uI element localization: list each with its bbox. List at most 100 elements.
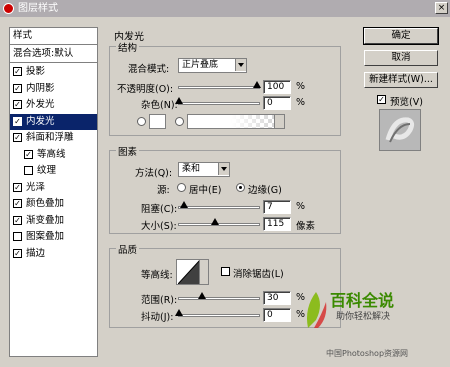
style-item-checkbox[interactable]: ✓ — [13, 215, 22, 225]
title-bar: 图层样式 × — [0, 0, 450, 17]
blend-mode-select[interactable]: 正片叠底 — [178, 58, 247, 73]
style-preview-thumbnail — [379, 109, 421, 151]
source-center-radio[interactable] — [177, 183, 186, 192]
method-value: 柔和 — [182, 164, 201, 174]
preview-label[interactable]: 预览(V) — [390, 94, 423, 108]
style-item[interactable]: 纹理 — [10, 163, 97, 179]
style-item-label: 外发光 — [26, 99, 55, 110]
chevron-down-icon — [235, 59, 246, 71]
source-edge-label[interactable]: 边缘(G) — [248, 182, 282, 196]
new-style-button[interactable]: 新建样式(W)... — [364, 72, 438, 88]
style-item-checkbox[interactable]: ✓ — [13, 248, 22, 258]
choke-slider[interactable] — [178, 201, 260, 209]
contour-chevron-icon — [199, 260, 208, 284]
style-item[interactable]: ✓ 描边 — [10, 246, 97, 262]
style-item[interactable]: ✓ 颜色叠加 — [10, 196, 97, 212]
opacity-slider[interactable] — [178, 81, 261, 89]
style-item-checkbox[interactable]: ✓ — [13, 83, 22, 93]
style-item[interactable]: ✓ 外发光 — [10, 97, 97, 113]
noise-input[interactable]: 0 — [263, 96, 291, 110]
method-label: 方法(Q): — [135, 168, 173, 179]
size-pixels-unit: 像素 — [296, 221, 316, 232]
close-button[interactable]: × — [435, 2, 448, 14]
quality-legend: 品质 — [116, 242, 140, 256]
ok-button[interactable]: 确定 — [363, 27, 439, 45]
style-item-checkbox[interactable]: ✓ — [13, 116, 22, 126]
style-item[interactable]: 图案叠加 — [10, 229, 97, 245]
gradient-swatch[interactable] — [187, 114, 285, 129]
style-item[interactable]: ✓ 内发光 — [10, 113, 97, 130]
window-title: 图层样式 — [18, 3, 58, 14]
gradient-dropdown-chevron-icon[interactable] — [274, 115, 284, 128]
cancel-button[interactable]: 取消 — [364, 50, 438, 66]
style-item-checkbox[interactable] — [13, 232, 22, 241]
opacity-slider-thumb[interactable] — [253, 81, 261, 88]
jitter-input[interactable]: 0 — [263, 308, 291, 322]
noise-slider[interactable] — [175, 97, 260, 105]
noise-label: 杂色(N): — [141, 100, 178, 111]
opacity-percent: % — [296, 81, 306, 92]
style-item-label: 颜色叠加 — [26, 198, 65, 209]
contour-picker[interactable] — [176, 259, 209, 285]
antialias-label[interactable]: 消除锯齿(L) — [233, 266, 284, 280]
elements-legend: 图素 — [116, 144, 140, 158]
style-item-checkbox[interactable]: ✓ — [13, 67, 22, 76]
contour-label: 等高线: — [141, 270, 173, 281]
choke-percent: % — [296, 201, 306, 212]
preview-swirl-icon — [380, 110, 420, 150]
watermark-brand: 百科全说 — [330, 291, 395, 310]
style-list: 样式 混合选项:默认 ✓ 投影 ✓ 内阴影 ✓ 外发光 ✓ 内发光 ✓ 斜面和浮雕 ✓ 等高线 纹理 ✓ 光… — [9, 27, 98, 357]
color-swatch[interactable] — [149, 114, 166, 129]
antialias-checkbox[interactable] — [221, 267, 230, 276]
style-item[interactable]: ✓ 投影 — [10, 64, 97, 80]
style-item-label: 等高线 — [37, 148, 66, 160]
jitter-slider-thumb[interactable] — [175, 309, 183, 316]
blending-options-item[interactable]: 混合选项:默认 — [10, 46, 97, 63]
opacity-label: 不透明度(O): — [117, 84, 174, 95]
style-item[interactable]: ✓ 光泽 — [10, 180, 97, 196]
style-item-checkbox[interactable]: ✓ — [13, 199, 22, 208]
style-item[interactable]: ✓ 等高线 — [10, 147, 97, 163]
size-slider[interactable] — [178, 218, 260, 226]
jitter-slider[interactable] — [175, 309, 260, 317]
style-item-label: 图案叠加 — [26, 231, 65, 242]
watermark-logo: 百科全说 助你轻松解决 — [302, 284, 424, 340]
app-icon — [3, 3, 14, 14]
style-item-label: 内阴影 — [26, 82, 55, 94]
size-slider-thumb[interactable] — [210, 218, 219, 225]
choke-label: 阻塞(C): — [141, 204, 178, 215]
size-input[interactable]: 115 — [263, 217, 291, 231]
style-item-checkbox[interactable]: ✓ — [13, 133, 22, 142]
range-slider-thumb[interactable] — [198, 292, 207, 299]
source-center-label[interactable]: 居中(E) — [189, 182, 221, 196]
noise-percent: % — [296, 97, 306, 108]
opacity-input[interactable]: 100 — [263, 80, 291, 94]
choke-input[interactable]: 7 — [263, 200, 291, 214]
watermark-site: 中国Photoshop资源网 — [326, 349, 409, 358]
source-edge-radio[interactable] — [236, 183, 245, 192]
contour-preview-icon — [178, 260, 200, 284]
range-slider[interactable] — [178, 292, 260, 300]
range-input[interactable]: 30 — [263, 291, 291, 305]
style-item[interactable]: ✓ 内阴影 — [10, 81, 97, 97]
choke-slider-thumb[interactable] — [180, 201, 189, 208]
style-item-checkbox[interactable] — [24, 166, 33, 175]
style-item-label: 投影 — [26, 66, 46, 77]
style-item[interactable]: ✓ 斜面和浮雕 — [10, 130, 97, 146]
method-select[interactable]: 柔和 — [178, 162, 230, 177]
style-item-label: 光泽 — [26, 181, 46, 193]
style-item-checkbox[interactable]: ✓ — [13, 182, 22, 192]
style-item-label: 渐变叠加 — [26, 214, 65, 226]
style-item[interactable]: ✓ 渐变叠加 — [10, 213, 97, 229]
source-label: 源: — [157, 185, 170, 196]
structure-legend: 结构 — [116, 40, 140, 54]
noise-slider-thumb[interactable] — [175, 97, 183, 104]
color-radio[interactable] — [137, 117, 146, 126]
style-list-header[interactable]: 样式 — [10, 28, 97, 45]
watermark-tagline: 助你轻松解决 — [336, 312, 391, 322]
gradient-radio[interactable] — [175, 117, 184, 126]
style-item-checkbox[interactable]: ✓ — [24, 149, 33, 159]
preview-checkbox[interactable]: ✓ — [377, 95, 386, 104]
size-label: 大小(S): — [141, 221, 177, 232]
style-item-checkbox[interactable]: ✓ — [13, 100, 22, 109]
